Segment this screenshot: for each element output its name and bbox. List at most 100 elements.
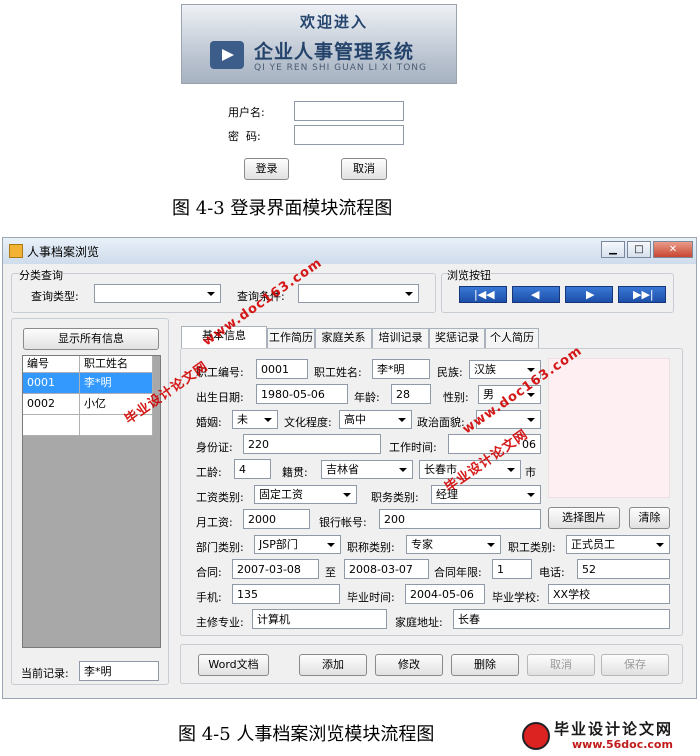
contract-years-field[interactable]: 1 [492, 559, 532, 579]
chevron-down-icon [396, 461, 410, 478]
position-label: 职务类别: [371, 491, 419, 504]
next-icon: ▶ [586, 288, 595, 301]
mobile-label: 手机: [196, 591, 222, 604]
chevron-down-icon [524, 411, 538, 428]
last-icon: ▶▶| [633, 288, 654, 301]
title-select[interactable]: 专家 [406, 535, 501, 554]
worktime-label: 工作时间: [389, 441, 437, 454]
gender-value: 男 [483, 388, 494, 401]
chevron-down-icon [324, 536, 338, 553]
first-record-button[interactable]: |◀◀ [459, 286, 507, 303]
salary-type-select[interactable]: 固定工资 [254, 485, 357, 504]
login-button[interactable]: 登录 [244, 158, 289, 180]
banner-arrow-icon [210, 41, 244, 69]
tab-rewards[interactable]: 奖惩记录 [429, 328, 485, 348]
show-all-button[interactable]: 显示所有信息 [23, 328, 159, 350]
idcard-field[interactable]: 220 [243, 434, 381, 454]
marriage-label: 婚姻: [196, 416, 222, 429]
salary-type-value: 固定工资 [259, 488, 303, 501]
dept-value: JSP部门 [259, 538, 298, 551]
emp-name-field[interactable]: 李*明 [372, 359, 430, 379]
mobile-field[interactable]: 135 [232, 584, 340, 604]
seniority-label: 工龄: [196, 466, 222, 479]
minimize-icon[interactable]: ▁ [601, 241, 625, 258]
username-input[interactable] [294, 101, 404, 121]
emp-no-field[interactable]: 0001 [256, 359, 308, 379]
chevron-down-icon [524, 486, 538, 503]
banner-title: 企业人事管理系统 [254, 41, 415, 63]
login-cancel-button[interactable]: 取消 [341, 158, 387, 180]
query-cond-select[interactable] [298, 284, 419, 303]
table-row-empty[interactable] [23, 415, 80, 436]
dept-select[interactable]: JSP部门 [254, 535, 341, 554]
close-icon[interactable]: ✕ [653, 241, 693, 258]
tab-family[interactable]: 家庭关系 [315, 328, 372, 348]
save-button[interactable]: 保存 [601, 654, 669, 676]
last-record-button[interactable]: ▶▶| [618, 286, 666, 303]
query-type-label: 查询类型: [31, 290, 79, 303]
prev-record-button[interactable]: ◀ [512, 286, 560, 303]
maximize-icon[interactable]: □ [627, 241, 651, 258]
politics-label: 政治面貌: [417, 416, 465, 429]
add-button[interactable]: 添加 [299, 654, 367, 676]
first-icon: |◀◀ [474, 288, 495, 301]
address-label: 家庭地址: [395, 616, 443, 629]
banner-pinyin: QI YE REN SHI GUAN LI XI TONG [254, 63, 427, 73]
grad-time-field[interactable]: 2004-05-06 [405, 584, 485, 604]
salary-type-label: 工资类别: [196, 491, 244, 504]
contract-to-field[interactable]: 2008-03-07 [344, 559, 429, 579]
birth-field[interactable]: 1980-05-06 [256, 384, 348, 404]
gender-label: 性别: [443, 391, 469, 404]
school-label: 毕业学校: [492, 591, 540, 604]
seniority-field[interactable]: 4 [234, 459, 271, 479]
contract-label: 合同: [196, 566, 222, 579]
tab-resume[interactable]: 个人简历 [485, 328, 539, 348]
emp-name-label: 职工姓名: [314, 366, 362, 379]
school-field[interactable]: XX学校 [548, 584, 670, 604]
contract-years-label: 合同年限: [434, 566, 482, 579]
login-banner: 欢迎进入 企业人事管理系统 QI YE REN SHI GUAN LI XI T… [181, 4, 457, 84]
footer-logo: 毕业设计论文网 www.56doc.com [520, 718, 696, 754]
tab-training[interactable]: 培训记录 [372, 328, 429, 348]
prev-icon: ◀ [531, 288, 540, 301]
marriage-select[interactable]: 未 [232, 410, 278, 429]
province-value: 吉林省 [326, 463, 359, 476]
table-row-cell[interactable]: 0001 [23, 373, 80, 394]
address-field[interactable]: 长春 [453, 609, 670, 629]
monthly-label: 月工资: [196, 516, 233, 529]
age-field[interactable]: 28 [391, 384, 431, 404]
banner-welcome: 欢迎进入 [300, 13, 369, 31]
contract-to-label: 至 [325, 566, 336, 579]
current-record-label: 当前记录: [21, 667, 69, 680]
birth-label: 出生日期: [196, 391, 244, 404]
select-photo-button[interactable]: 选择图片 [548, 507, 620, 529]
cancel-button[interactable]: 取消 [527, 654, 595, 676]
archive-window: 人事档案浏览 ▁ □ ✕ 分类查询 查询类型: 查询条件: 浏览按钮 |◀◀ ◀… [2, 237, 697, 699]
phone-field[interactable]: 52 [577, 559, 670, 579]
next-record-button[interactable]: ▶ [565, 286, 613, 303]
table-row-cell[interactable]: 李*明 [80, 373, 153, 394]
delete-button[interactable]: 删除 [451, 654, 519, 676]
word-document-button[interactable]: Word文档 [198, 654, 269, 676]
window-title: 人事档案浏览 [27, 245, 100, 259]
monthly-field[interactable]: 2000 [243, 509, 310, 529]
password-label: 密 码: [228, 130, 261, 143]
major-field[interactable]: 计算机 [252, 609, 387, 629]
query-type-select[interactable] [94, 284, 221, 303]
grid-header-name: 职工姓名 [80, 356, 153, 373]
tab-work-history[interactable]: 工作简历 [267, 328, 315, 348]
password-input[interactable] [294, 125, 404, 145]
clear-photo-button[interactable]: 清除 [629, 507, 670, 529]
caption-archive: 图 4-5 人事档案浏览模块流程图 [178, 724, 435, 745]
bank-field[interactable]: 200 [379, 509, 541, 529]
native-label: 籍贯: [282, 466, 308, 479]
emptype-select[interactable]: 正式员工 [566, 535, 670, 554]
major-label: 主修专业: [196, 616, 244, 629]
contract-from-field[interactable]: 2007-03-08 [232, 559, 319, 579]
chevron-down-icon [402, 285, 416, 302]
province-select[interactable]: 吉林省 [321, 460, 413, 479]
education-select[interactable]: 高中 [339, 410, 412, 429]
table-row-cell[interactable]: 0002 [23, 394, 80, 415]
modify-button[interactable]: 修改 [375, 654, 443, 676]
current-record-field: 李*明 [79, 661, 159, 681]
